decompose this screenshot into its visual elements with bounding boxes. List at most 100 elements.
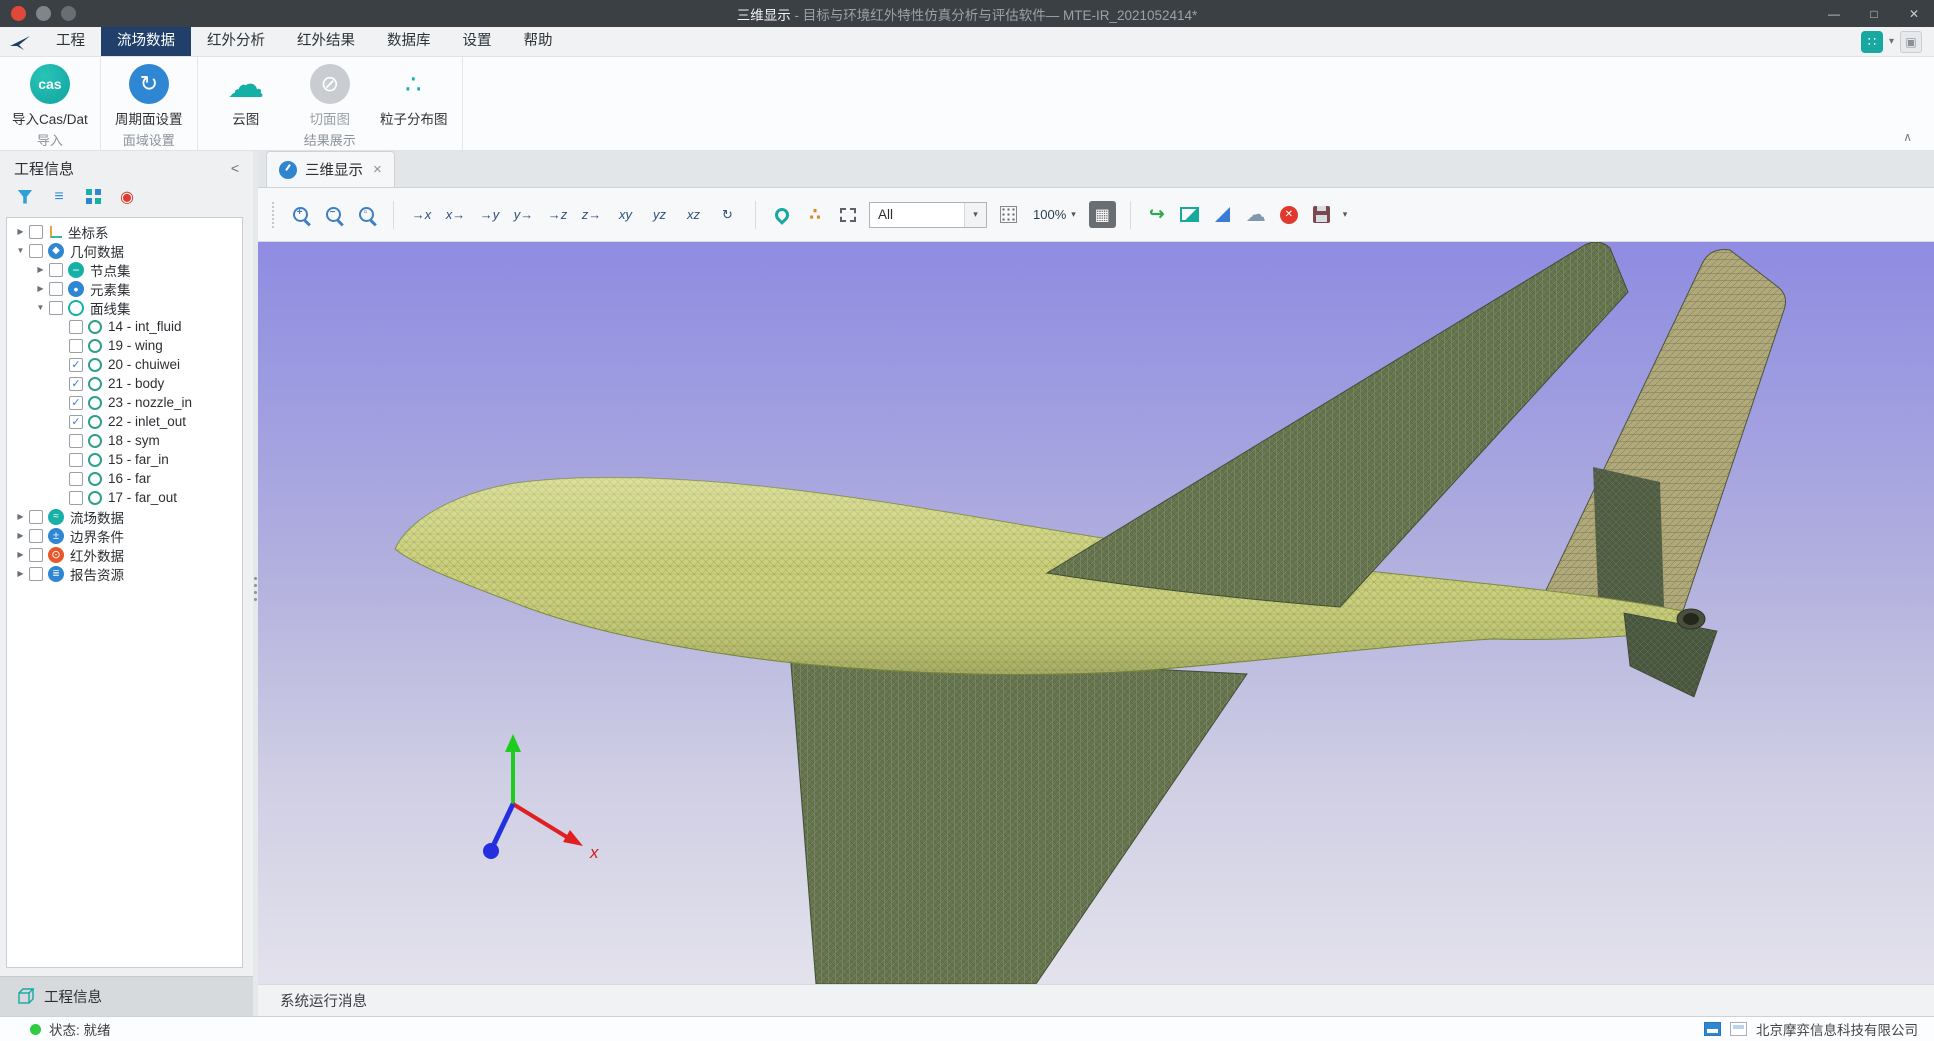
expander-icon[interactable]: ▶: [33, 284, 48, 293]
cloud-map-button[interactable]: ☁云图: [210, 62, 282, 128]
probe-button[interactable]: [770, 202, 794, 228]
node-display-button[interactable]: ∴: [803, 202, 827, 228]
close-button[interactable]: ✕: [1894, 0, 1934, 27]
tree-checkbox[interactable]: [29, 529, 43, 543]
maximize-button[interactable]: □: [1854, 0, 1894, 27]
tree-checkbox[interactable]: [69, 491, 83, 505]
view-z-pos-button[interactable]: →z: [544, 202, 571, 228]
expander-icon[interactable]: ▶: [13, 569, 28, 578]
view-z-neg-button[interactable]: z→: [578, 202, 605, 228]
save-button[interactable]: [1310, 202, 1334, 228]
tree-item[interactable]: ▶≣报告资源: [7, 564, 242, 583]
tree-checkbox[interactable]: [69, 434, 83, 448]
minimize-button[interactable]: —: [1814, 0, 1854, 27]
tree-item[interactable]: ▼面线集: [7, 298, 242, 317]
tree-checkbox[interactable]: [69, 320, 83, 334]
layout-toggle-1-icon[interactable]: [1704, 1022, 1721, 1036]
tree-checkbox[interactable]: ✓: [69, 358, 83, 372]
display-filter-select[interactable]: All ▾: [869, 202, 987, 228]
tree-checkbox[interactable]: ✓: [69, 396, 83, 410]
tree-checkbox[interactable]: [29, 510, 43, 524]
import-cas-dat-button[interactable]: cas导入Cas/Dat: [12, 62, 88, 128]
view-rotate-button[interactable]: ↻: [714, 202, 741, 228]
menu-tab-settings[interactable]: 设置: [447, 27, 508, 56]
zoom-level-button[interactable]: 100% ▾: [1029, 202, 1080, 228]
save-caret-icon[interactable]: ▾: [1343, 209, 1348, 220]
menu-tab-flow-data[interactable]: 流场数据: [101, 27, 191, 56]
cancel-button[interactable]: ✕: [1277, 202, 1301, 228]
tree-item[interactable]: ▶•元素集: [7, 279, 242, 298]
expander-icon[interactable]: ▼: [33, 303, 48, 312]
zoom-in-button[interactable]: +: [289, 202, 313, 228]
tree-checkbox[interactable]: [49, 282, 63, 296]
opacity-button[interactable]: [996, 202, 1020, 228]
window-icon[interactable]: ▣: [1900, 31, 1922, 53]
tree-item[interactable]: ▶±边界条件: [7, 526, 242, 545]
view-yz-button[interactable]: yz: [646, 202, 673, 228]
app-badge-red-icon[interactable]: [11, 6, 26, 21]
menu-tab-ir-analysis[interactable]: 红外分析: [191, 27, 281, 56]
tree-item[interactable]: 15 - far_in: [7, 450, 242, 469]
cloud-display-button[interactable]: ☁: [1244, 202, 1268, 228]
expander-icon[interactable]: ▶: [13, 227, 28, 236]
tree-checkbox[interactable]: [69, 472, 83, 486]
menu-tab-engineering[interactable]: 工程: [40, 27, 101, 56]
tree-item[interactable]: ▶坐标系: [7, 222, 242, 241]
zoom-window-button[interactable]: ▫: [355, 202, 379, 228]
tree-item[interactable]: 14 - int_fluid: [7, 317, 242, 336]
expander-icon[interactable]: ▶: [13, 550, 28, 559]
app-badge-2-icon[interactable]: [61, 6, 76, 21]
grid-view-button[interactable]: [84, 188, 102, 206]
tree-item[interactable]: ✓22 - inlet_out: [7, 412, 242, 431]
tree-item[interactable]: 18 - sym: [7, 431, 242, 450]
view-y-neg-button[interactable]: y→: [510, 202, 537, 228]
theme-icon[interactable]: ∷: [1861, 31, 1883, 53]
mirror-button[interactable]: [1211, 202, 1235, 228]
list-view-button[interactable]: ≡: [50, 188, 68, 206]
tree-checkbox[interactable]: ✓: [69, 377, 83, 391]
menu-tab-help[interactable]: 帮助: [508, 27, 569, 56]
expander-icon[interactable]: ▼: [13, 246, 28, 255]
tree-checkbox[interactable]: [49, 263, 63, 277]
period-face-setting-button[interactable]: ↻周期面设置: [113, 62, 185, 128]
tree-item[interactable]: 19 - wing: [7, 336, 242, 355]
snapshot-button[interactable]: [1178, 202, 1202, 228]
locate-button[interactable]: ◉: [118, 188, 136, 206]
tree-item[interactable]: 16 - far: [7, 469, 242, 488]
toolbar-drag-handle[interactable]: [272, 202, 276, 228]
tree-item[interactable]: ▶⊙红外数据: [7, 545, 242, 564]
tree-checkbox[interactable]: [29, 225, 43, 239]
tree-item[interactable]: ✓20 - chuiwei: [7, 355, 242, 374]
layout-toggle-2-icon[interactable]: [1730, 1022, 1747, 1036]
tree-checkbox[interactable]: [49, 301, 63, 315]
tree-item[interactable]: 17 - far_out: [7, 488, 242, 507]
view-y-pos-button[interactable]: →y: [476, 202, 503, 228]
particle-map-button[interactable]: ∴粒子分布图: [378, 62, 450, 128]
view-x-pos-button[interactable]: →x: [408, 202, 435, 228]
tree-checkbox[interactable]: [29, 567, 43, 581]
select-caret-icon[interactable]: ▾: [964, 203, 986, 227]
grid-toggle-button[interactable]: ▦: [1089, 201, 1116, 228]
expander-icon[interactable]: ▶: [33, 265, 48, 274]
viewport-3d[interactable]: x: [258, 242, 1934, 984]
project-info-footer-tab[interactable]: 工程信息: [0, 976, 253, 1016]
tree-item[interactable]: ▼◆几何数据: [7, 241, 242, 260]
tree-item[interactable]: ✓23 - nozzle_in: [7, 393, 242, 412]
ribbon-collapse-icon[interactable]: ∧: [1903, 130, 1912, 144]
tree-item[interactable]: ▶≈流场数据: [7, 507, 242, 526]
project-tree[interactable]: ▶坐标系▼◆几何数据▶−节点集▶•元素集▼面线集14 - int_fluid19…: [6, 217, 243, 968]
tree-checkbox[interactable]: [69, 339, 83, 353]
export-button[interactable]: ↪: [1145, 202, 1169, 228]
app-badge-1-icon[interactable]: [36, 6, 51, 21]
box-select-button[interactable]: [836, 202, 860, 228]
tab-close-icon[interactable]: ×: [373, 161, 382, 178]
view-xz-button[interactable]: xz: [680, 202, 707, 228]
tab-3d-display[interactable]: 三维显示 ×: [266, 151, 395, 187]
panel-collapse-icon[interactable]: <: [231, 160, 239, 176]
expander-icon[interactable]: ▶: [13, 531, 28, 540]
tree-checkbox[interactable]: [29, 548, 43, 562]
view-xy-button[interactable]: xy: [612, 202, 639, 228]
expander-icon[interactable]: ▶: [13, 512, 28, 521]
menu-tab-database[interactable]: 数据库: [371, 27, 447, 56]
caret-icon[interactable]: ▾: [1889, 36, 1894, 47]
